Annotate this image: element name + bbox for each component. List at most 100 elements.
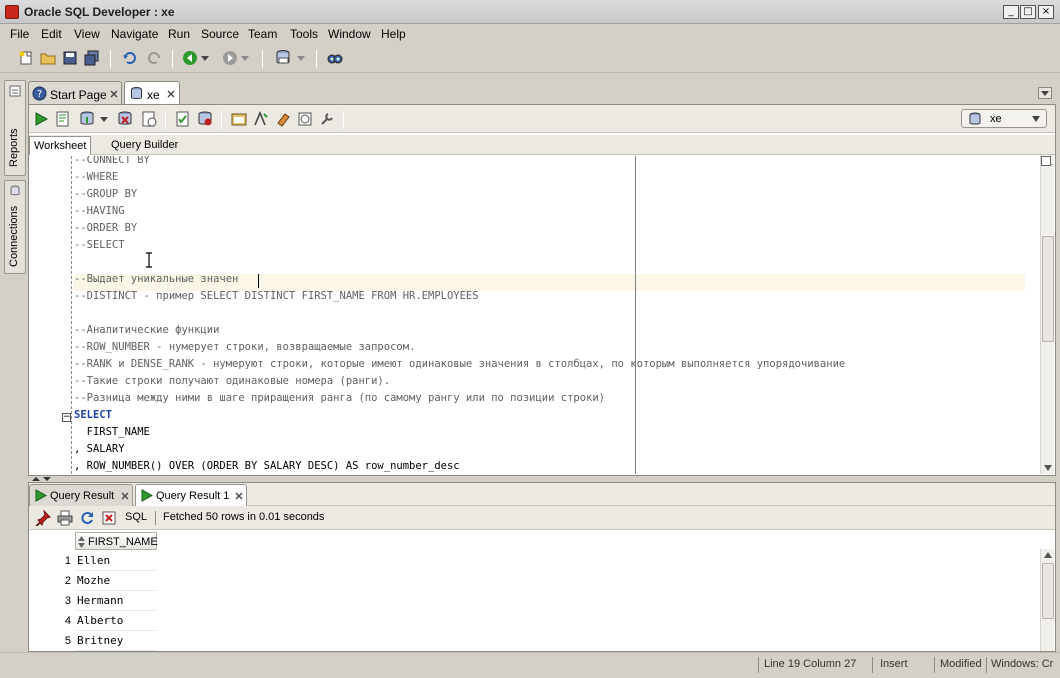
pin-icon[interactable] (35, 510, 51, 526)
sql-tuning-icon[interactable] (253, 111, 269, 127)
minimize-icon[interactable]: _ (1003, 5, 1019, 19)
run-statement-icon[interactable] (33, 111, 49, 127)
clear-results-icon[interactable] (101, 510, 117, 526)
scroll-thumb[interactable] (1042, 563, 1054, 619)
menu-help[interactable]: Help (381, 27, 406, 41)
open-folder-icon[interactable] (40, 50, 56, 66)
grid-vertical-scrollbar[interactable] (1040, 549, 1054, 651)
tab-query-result[interactable]: Query Result (29, 484, 133, 506)
menu-file[interactable]: File (10, 27, 29, 41)
row-number: 2 (64, 575, 71, 587)
connections-side-tab[interactable]: Connections (4, 180, 26, 274)
menu-view[interactable]: View (74, 27, 100, 41)
refresh-icon[interactable] (79, 510, 95, 526)
cancel-icon[interactable] (141, 111, 157, 127)
back-dropdown-icon[interactable] (200, 54, 210, 62)
table-cell[interactable]: Alberto (75, 611, 157, 631)
fetch-status: Fetched 50 rows in 0.01 seconds (163, 511, 325, 523)
sql-link[interactable]: SQL (125, 511, 147, 523)
close-tab-icon[interactable] (121, 492, 129, 500)
toolbar-separator (172, 50, 173, 68)
close-icon[interactable]: × (1038, 5, 1054, 19)
tab-query-builder[interactable]: Query Builder (107, 136, 182, 155)
close-tab-icon[interactable] (110, 90, 118, 98)
editor-vertical-scrollbar[interactable] (1040, 156, 1054, 474)
text-caret (258, 274, 259, 288)
title-bar: Oracle SQL Developer : xe _ □ × (0, 0, 1060, 24)
table-cell[interactable]: Ellen (75, 551, 157, 571)
column-header-first-name[interactable]: FIRST_NAME (75, 532, 158, 550)
worksheet-panel: xe Worksheet Query Builder --CONNECT BY … (28, 104, 1056, 476)
close-tab-icon[interactable] (235, 492, 243, 500)
toolbar-separator (316, 50, 317, 68)
forward-dropdown-icon[interactable] (240, 54, 250, 62)
table-cell[interactable]: Hermann (75, 591, 157, 611)
row-number: 4 (64, 615, 71, 627)
save-icon[interactable] (62, 50, 78, 66)
menu-run[interactable]: Run (168, 27, 190, 41)
redo-icon[interactable] (146, 50, 162, 66)
fold-toggle-icon[interactable]: − (62, 413, 71, 422)
back-icon[interactable] (182, 50, 198, 66)
sql-editor[interactable]: --CONNECT BY --WHERE --GROUP BY --HAVING… (29, 156, 1055, 474)
scroll-down-icon[interactable] (1043, 464, 1053, 472)
menu-window[interactable]: Window (328, 27, 371, 41)
sql-worksheet-icon[interactable] (274, 49, 292, 67)
toolbar-separator (262, 50, 263, 68)
tab-query-result-label: Query Result (50, 490, 115, 502)
menu-navigate[interactable]: Navigate (111, 27, 158, 41)
table-cell[interactable]: Britney (75, 631, 157, 651)
code-line: , ROW_NUMBER() OVER (ORDER BY SALARY DES… (74, 460, 460, 472)
tools-wrench-icon[interactable] (319, 111, 335, 127)
code-line: FIRST_NAME (74, 426, 150, 438)
run-script-icon[interactable] (55, 111, 71, 127)
run-result-icon (35, 489, 47, 502)
commit-icon[interactable] (79, 111, 95, 127)
eraser-icon[interactable] (275, 111, 291, 127)
menu-edit[interactable]: Edit (41, 27, 62, 41)
tab-query-result-1[interactable]: Query Result 1 (135, 484, 247, 506)
connection-selector[interactable]: xe (961, 109, 1047, 128)
close-tab-icon[interactable] (167, 90, 175, 98)
sql-history-icon[interactable] (231, 111, 247, 127)
results-panel: Query Result Query Result 1 SQL Fetched … (28, 482, 1056, 652)
status-separator (758, 657, 759, 673)
help-circle-icon: ? (32, 86, 47, 101)
menu-source[interactable]: Source (201, 27, 239, 41)
new-file-icon[interactable] (18, 50, 34, 66)
code-line: --HAVING (74, 205, 125, 217)
document-tab-bar: ? Start Page xe (28, 81, 1058, 105)
row-number: 3 (64, 595, 71, 607)
scroll-thumb[interactable] (1042, 236, 1054, 342)
forward-icon[interactable] (222, 50, 238, 66)
print-icon[interactable] (57, 510, 73, 526)
status-separator (872, 657, 873, 673)
code-line: --CONNECT BY (74, 156, 150, 166)
reports-side-tab[interactable]: Reports (4, 80, 26, 176)
commit-dropdown-icon[interactable] (99, 115, 109, 123)
reports-side-tab-label: Reports (8, 128, 20, 167)
undo-icon[interactable] (122, 50, 138, 66)
row-number: 5 (64, 635, 71, 647)
tab-query-result-1-label: Query Result 1 (156, 490, 230, 502)
menu-team[interactable]: Team (248, 27, 277, 41)
tab-start-page[interactable]: ? Start Page (28, 81, 122, 105)
sql-format-icon[interactable] (297, 111, 313, 127)
tab-list-dropdown-icon[interactable] (1038, 87, 1052, 99)
monitor-sessions-icon[interactable] (327, 50, 343, 66)
results-grid[interactable]: FIRST_NAME 1 Ellen 2 Mozhe 3 Hermann 4 A… (29, 531, 1055, 651)
code-line: --Такие строки получают одинаковые номер… (74, 375, 391, 387)
scroll-up-icon[interactable] (1043, 551, 1053, 559)
tab-xe-worksheet[interactable]: xe (124, 81, 180, 105)
maximize-icon[interactable]: □ (1020, 5, 1036, 19)
rollback-icon[interactable] (117, 111, 133, 127)
menu-tools[interactable]: Tools (290, 27, 318, 41)
table-cell[interactable]: Mozhe (75, 571, 157, 591)
sql-dropdown-icon[interactable] (296, 54, 306, 62)
main-toolbar (0, 45, 1060, 73)
save-all-icon[interactable] (84, 50, 100, 66)
toolbar-separator (165, 111, 166, 129)
tab-worksheet[interactable]: Worksheet (29, 136, 92, 155)
explain-plan-icon[interactable] (175, 111, 191, 127)
autotrace-icon[interactable] (197, 111, 213, 127)
